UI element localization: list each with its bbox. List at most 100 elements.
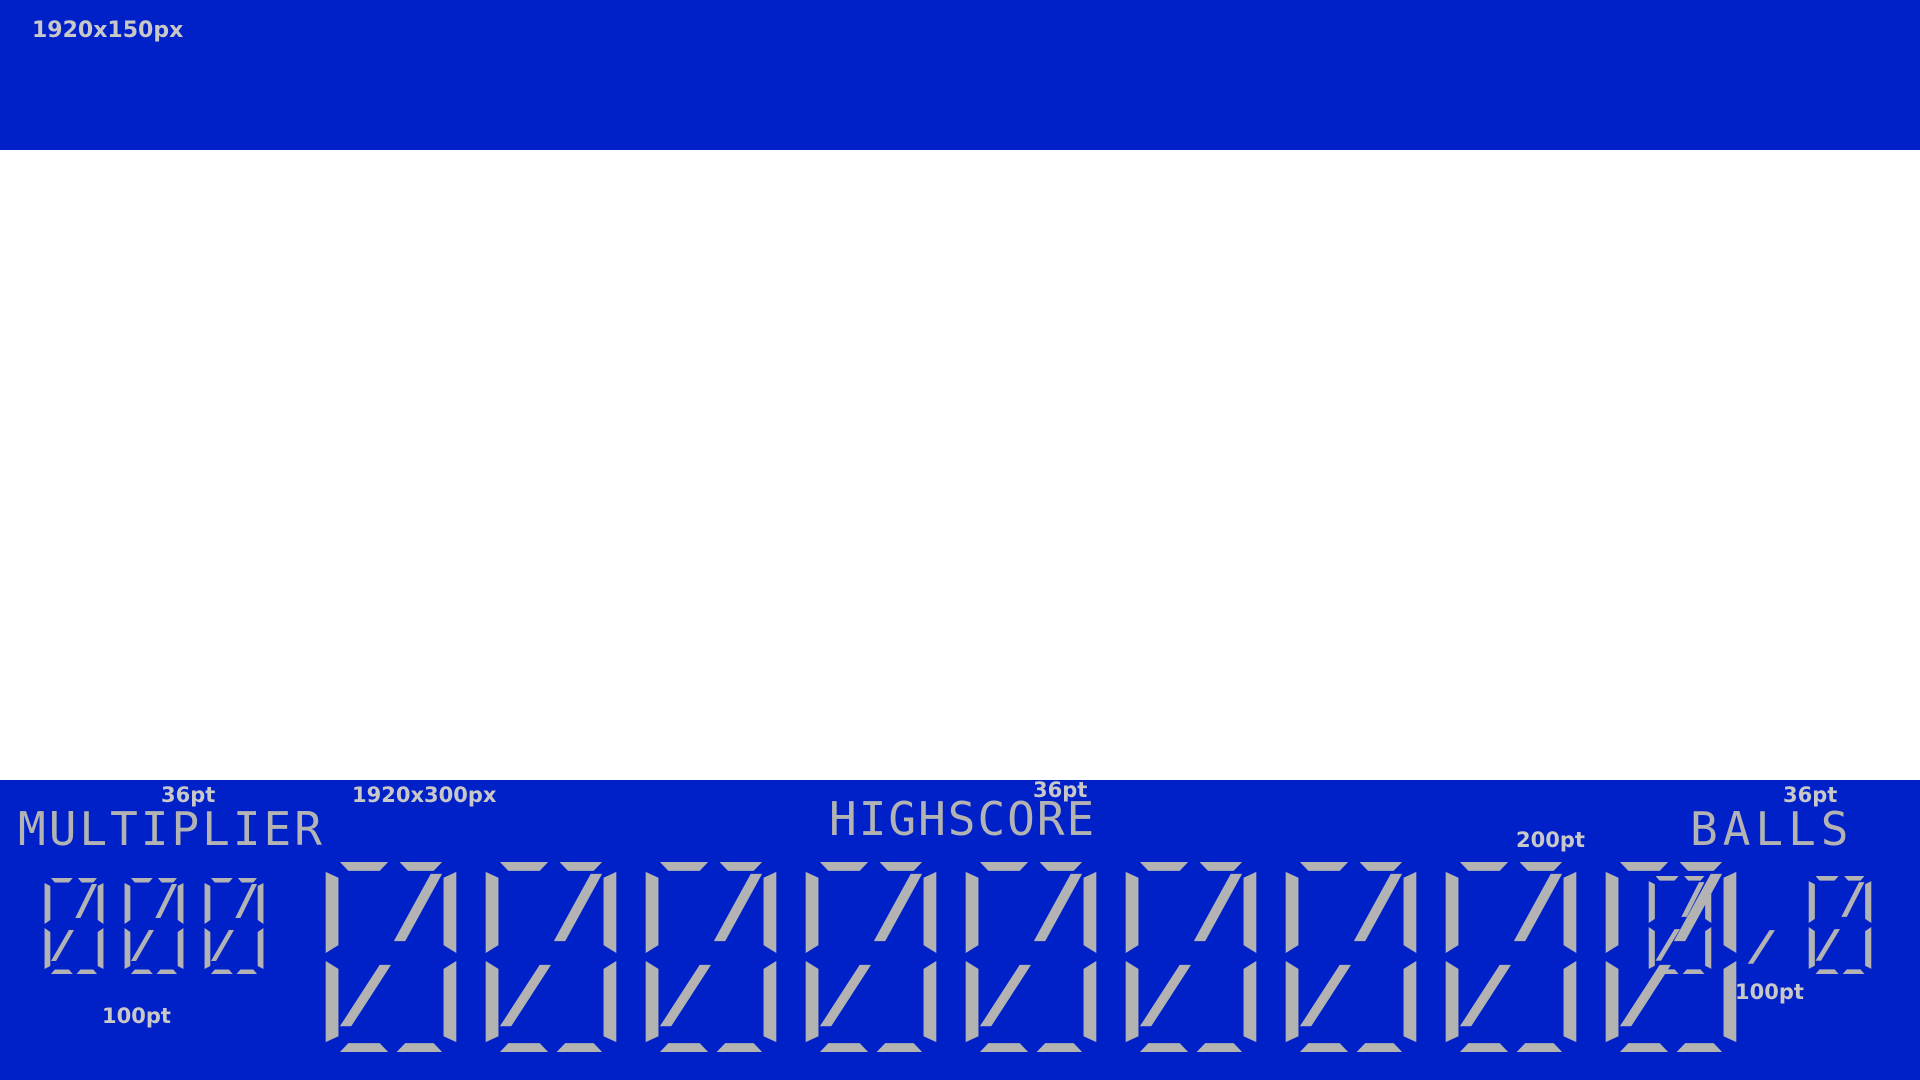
segment	[979, 861, 1029, 871]
segment	[210, 878, 233, 883]
segment	[443, 871, 457, 954]
segment	[443, 960, 457, 1043]
segment	[923, 871, 937, 954]
segment	[819, 1043, 869, 1053]
segment	[1655, 876, 1679, 881]
segment-display-svg	[44, 878, 264, 974]
segment	[805, 871, 819, 954]
segment	[553, 873, 603, 942]
segment	[204, 928, 211, 969]
segment	[210, 969, 233, 974]
segment	[1196, 1043, 1243, 1053]
segment	[1033, 873, 1083, 942]
balls-label: BALLS	[1690, 802, 1854, 856]
segment-display-svg	[325, 861, 1737, 1053]
highscore-value-size-note: 200pt	[1516, 828, 1585, 852]
segment	[1605, 960, 1619, 1043]
segment	[659, 964, 711, 1027]
segment	[325, 871, 339, 954]
segment	[805, 960, 819, 1043]
score-panel-size-note: 1920x300px	[352, 783, 497, 807]
segment	[237, 878, 258, 883]
digit-glyph	[124, 878, 184, 974]
segment	[603, 960, 617, 1043]
segment	[50, 930, 74, 961]
segment	[965, 960, 979, 1043]
segment	[1139, 861, 1189, 871]
segment	[556, 1043, 603, 1053]
segment	[1243, 871, 1257, 954]
segment	[1705, 881, 1712, 923]
segment	[763, 871, 777, 954]
segment	[1193, 873, 1243, 942]
digit-glyph	[1445, 861, 1577, 1053]
segment	[1682, 969, 1705, 974]
segment	[1359, 861, 1403, 871]
segment	[124, 883, 131, 924]
segment	[155, 884, 178, 918]
segment	[1356, 1043, 1403, 1053]
segment	[97, 883, 104, 924]
segment	[1747, 930, 1775, 964]
segment	[1516, 1043, 1563, 1053]
segment	[659, 861, 709, 871]
segment	[1842, 969, 1865, 974]
segment	[1648, 927, 1655, 969]
score-panel: 1920x300px 36pt MULTIPLIER 100pt 36pt HI…	[0, 778, 1920, 1080]
segment	[819, 861, 869, 871]
segment	[1684, 876, 1705, 881]
segment	[257, 883, 264, 924]
segment	[1655, 929, 1680, 961]
segment	[50, 878, 73, 883]
segment	[873, 873, 923, 942]
segment	[559, 861, 603, 871]
segment	[1815, 929, 1840, 961]
segment	[50, 969, 73, 974]
segment	[210, 930, 234, 961]
segment	[156, 969, 178, 974]
segment	[1679, 861, 1723, 871]
segment	[1648, 881, 1655, 923]
segment	[659, 1043, 709, 1053]
segment	[44, 883, 51, 924]
segment	[1681, 882, 1705, 917]
segment	[1655, 969, 1679, 974]
segment	[1808, 927, 1815, 969]
digit-glyph	[44, 878, 104, 974]
segment	[1459, 1043, 1509, 1053]
segment	[1676, 1043, 1723, 1053]
segment	[1605, 871, 1619, 954]
segment	[1865, 881, 1872, 923]
multiplier-display	[42, 876, 266, 976]
segment	[1125, 871, 1139, 954]
segment	[879, 861, 923, 871]
segment	[1619, 861, 1669, 871]
segment	[1844, 876, 1865, 881]
segment	[1403, 960, 1417, 1043]
segment	[965, 871, 979, 954]
segment	[713, 873, 763, 942]
segment	[77, 878, 98, 883]
digit-glyph	[965, 861, 1097, 1053]
multiplier-value-size-note: 100pt	[102, 1004, 171, 1028]
segment	[1445, 871, 1459, 954]
segment	[1299, 861, 1349, 871]
segment	[399, 861, 443, 871]
segment	[1841, 882, 1865, 917]
segment	[1083, 960, 1097, 1043]
segment	[236, 969, 258, 974]
balls-display	[1646, 874, 1874, 976]
balls-value-size-note: 100pt	[1735, 980, 1804, 1004]
segment	[339, 861, 389, 871]
highscore-label: HIGHSCORE	[829, 792, 1097, 846]
digit-glyph	[325, 861, 457, 1053]
segment	[1036, 1043, 1083, 1053]
segment	[1563, 871, 1577, 954]
segment	[1199, 861, 1243, 871]
digit-glyph	[1648, 876, 1712, 974]
segment	[716, 1043, 763, 1053]
top-banner-size-note: 1920x150px	[32, 18, 184, 43]
digit-glyph	[1125, 861, 1257, 1053]
segment	[1808, 881, 1815, 923]
segment	[97, 928, 104, 969]
